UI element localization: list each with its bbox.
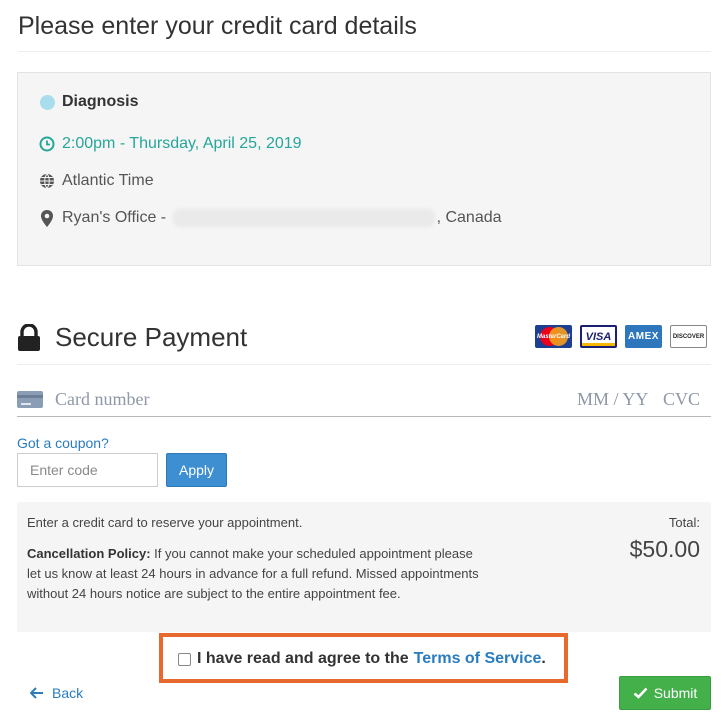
location-suffix: , Canada	[436, 209, 502, 226]
secure-payment-header: Secure Payment	[17, 322, 247, 353]
payment-summary: Enter a credit card to reserve your appo…	[17, 502, 711, 632]
location-row: Ryan's Office - , Canada	[38, 209, 502, 227]
expiry-input[interactable]: MM / YY	[577, 389, 648, 410]
map-pin-icon	[38, 209, 56, 227]
visa-logo: VISA	[580, 325, 617, 348]
redacted-address	[172, 209, 435, 227]
payment-divider	[17, 364, 711, 365]
clock-icon	[38, 135, 56, 153]
amex-logo: AMEX	[625, 325, 662, 348]
total-label: Total:	[668, 515, 700, 530]
cancellation-policy: Cancellation Policy: If you cannot make …	[27, 544, 487, 604]
submit-button[interactable]: Submit	[619, 676, 711, 710]
policy-label: Cancellation Policy:	[27, 546, 151, 561]
service-name: Diagnosis	[62, 93, 139, 110]
terms-period: .	[541, 650, 546, 667]
coupon-link[interactable]: Got a coupon?	[17, 435, 109, 451]
service-row: Diagnosis	[38, 93, 138, 111]
page-title: Please enter your credit card details	[18, 12, 417, 40]
discover-logo: DISCOVER	[670, 325, 707, 348]
arrow-left-icon	[30, 687, 43, 699]
back-label: Back	[52, 685, 84, 701]
cvc-input[interactable]: CVC	[663, 389, 700, 410]
timezone-label: Atlantic Time	[62, 172, 154, 189]
checkmark-icon	[633, 687, 648, 699]
apply-coupon-button[interactable]: Apply	[166, 453, 227, 487]
timezone-row: Atlantic Time	[38, 172, 154, 190]
appointment-time: 2:00pm - Thursday, April 25, 2019	[62, 135, 302, 152]
credit-card-icon	[17, 391, 43, 408]
service-color-dot	[38, 93, 56, 111]
terms-checkbox[interactable]	[178, 652, 191, 666]
card-entry-field[interactable]: Card number MM / YY CVC	[17, 380, 711, 417]
lock-icon	[18, 323, 40, 351]
terms-agreement[interactable]: I have read and agree to the Terms of Se…	[178, 650, 546, 668]
back-link[interactable]: Back	[30, 685, 83, 701]
terms-of-service-link[interactable]: Terms of Service	[414, 650, 542, 668]
location-prefix: Ryan's Office -	[62, 209, 171, 226]
mastercard-logo: MasterCard	[535, 325, 572, 348]
secure-payment-title: Secure Payment	[55, 322, 248, 352]
submit-label: Submit	[653, 685, 698, 701]
coupon-code-input[interactable]	[17, 453, 158, 487]
title-divider	[18, 51, 711, 52]
total-amount: $50.00	[629, 536, 700, 562]
time-row: 2:00pm - Thursday, April 25, 2019	[38, 135, 302, 153]
card-number-input[interactable]: Card number	[55, 389, 149, 410]
appointment-summary: Diagnosis 2:00pm - Thursday, April 25, 2…	[17, 72, 711, 266]
terms-agree-text: I have read and agree to the	[197, 650, 409, 667]
globe-icon	[38, 172, 56, 190]
reserve-note: Enter a credit card to reserve your appo…	[27, 515, 303, 530]
